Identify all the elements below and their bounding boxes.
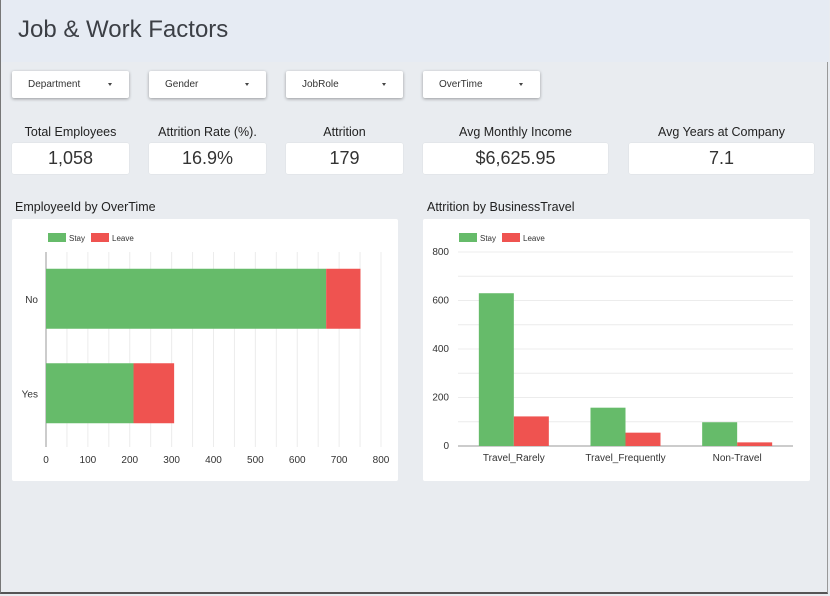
gender-filter[interactable]: Gender	[149, 71, 266, 98]
legend-swatch-leave	[91, 233, 109, 242]
kpi-attrition-value: 179	[286, 143, 403, 174]
department-filter-label: Department	[28, 79, 81, 90]
bar-stay-non-travel	[702, 422, 738, 446]
legend-swatch-stay	[459, 233, 477, 242]
bar-stay-no	[46, 268, 327, 329]
y-tick-label: 400	[432, 344, 449, 355]
overtime-bar-chart: 0 100 200 300 400 500 600 700 800 No Yes Stay Leave	[22, 233, 390, 466]
kpi-total-employees-value: 1,058	[12, 143, 129, 174]
travel-chart-title: Attrition by BusinessTravel	[427, 200, 575, 214]
x-tick-label: 300	[163, 455, 180, 466]
bar-stay-yes	[46, 363, 134, 424]
kpi-avg-years-label: Avg Years at Company	[658, 125, 785, 139]
y-tick-label: 600	[432, 296, 449, 307]
x-tick-label: 200	[121, 455, 138, 466]
kpi-attrition-rate-value: 16.9%	[149, 143, 266, 174]
travel-chart-card: 0 200 400 600 800 Travel_Rarely Travel_Frequen…	[423, 219, 810, 481]
x-tick-label: 800	[373, 455, 390, 466]
y-tick-label: Yes	[22, 389, 38, 400]
kpi-attrition-rate-label: Attrition Rate (%).	[158, 125, 257, 139]
bar-leave-non-travel	[737, 442, 773, 446]
legend-label-leave: Leave	[523, 234, 545, 243]
x-tick-label: 400	[205, 455, 222, 466]
legend-label-stay: Stay	[69, 234, 85, 243]
x-tick-label: 600	[289, 455, 306, 466]
kpi-avg-income-label: Avg Monthly Income	[458, 125, 573, 139]
kpi-avg-years-value: 7.1	[629, 143, 814, 174]
kpi-attrition-label: Attrition	[323, 125, 366, 139]
x-tick-label: Travel_Rarely	[483, 453, 545, 464]
x-tick-label: 0	[43, 455, 49, 466]
legend-label-leave: Leave	[112, 234, 134, 243]
overtime-filter-label: OverTime	[439, 79, 483, 90]
department-filter[interactable]: Department	[12, 71, 129, 98]
gender-filter-label: Gender	[165, 79, 199, 90]
chevron-down-icon	[382, 83, 386, 86]
kpi-total-employees-label: Total Employees	[24, 125, 117, 139]
kpi-avg-income-value: $6,625.95	[423, 143, 608, 174]
bar-leave-travel_rarely	[513, 416, 549, 446]
legend-swatch-stay	[48, 233, 66, 242]
chevron-down-icon	[519, 83, 523, 86]
bar-leave-yes	[133, 363, 175, 424]
x-tick-label: 500	[247, 455, 264, 466]
page-header: Job & Work Factors	[1, 0, 829, 62]
travel-bar-chart: 0 200 400 600 800 Travel_Rarely Travel_Frequen…	[432, 233, 793, 464]
chevron-down-icon	[245, 83, 249, 86]
page-title: Job & Work Factors	[18, 16, 229, 43]
jobrole-filter-label: JobRole	[302, 79, 339, 90]
bar-leave-no	[326, 268, 361, 329]
legend-label-stay: Stay	[480, 234, 496, 243]
bar-stay-travel_frequently	[590, 407, 626, 446]
bar-stay-travel_rarely	[478, 293, 514, 446]
overtime-chart-card: 0 100 200 300 400 500 600 700 800 No Yes Stay Leave	[12, 219, 398, 481]
x-tick-label: Non-Travel	[713, 453, 762, 464]
overtime-chart-title: EmployeeId by OverTime	[15, 200, 156, 214]
x-tick-label: 700	[331, 455, 348, 466]
bar-leave-travel_frequently	[625, 432, 661, 446]
chevron-down-icon	[108, 83, 112, 86]
jobrole-filter[interactable]: JobRole	[286, 71, 403, 98]
y-tick-label: 800	[432, 247, 449, 258]
overtime-filter[interactable]: OverTime	[423, 71, 540, 98]
y-tick-label: 200	[432, 393, 449, 404]
x-tick-label: Travel_Frequently	[585, 453, 665, 464]
legend-swatch-leave	[502, 233, 520, 242]
y-tick-label: 0	[443, 441, 449, 452]
x-tick-label: 100	[80, 455, 97, 466]
y-tick-label: No	[25, 295, 38, 306]
